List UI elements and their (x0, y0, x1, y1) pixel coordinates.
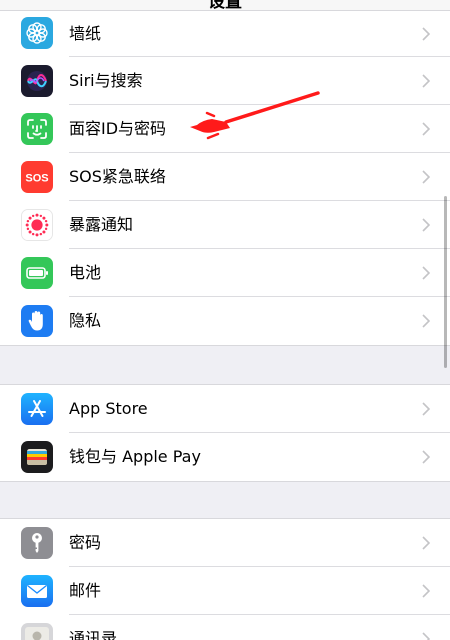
chevron-right-icon (422, 74, 430, 88)
svg-text:SOS: SOS (25, 173, 48, 185)
chevron-right-icon (422, 402, 430, 416)
battery-icon (21, 257, 53, 289)
settings-row-face-id[interactable]: 面容ID与密码 (0, 105, 450, 153)
chevron-right-icon (422, 450, 430, 464)
scroll-indicator[interactable] (444, 196, 447, 368)
contacts-icon (21, 623, 53, 640)
face-id-icon (21, 113, 53, 145)
settings-group-apps: 密码 邮件 通讯录 (0, 518, 450, 640)
chevron-right-icon (422, 536, 430, 550)
settings-row-siri[interactable]: Siri与搜索 (0, 57, 450, 105)
chevron-right-icon (422, 584, 430, 598)
settings-row-privacy[interactable]: 隐私 (0, 297, 450, 345)
settings-row-mail[interactable]: 邮件 (0, 567, 450, 615)
settings-row-label: Siri与搜索 (69, 71, 143, 90)
siri-icon (21, 65, 53, 97)
settings-row-app-store[interactable]: App Store (0, 385, 450, 433)
settings-row-label: 墙纸 (69, 24, 102, 43)
chevron-right-icon (422, 27, 430, 41)
chevron-right-icon (422, 122, 430, 136)
privacy-hand-icon (21, 305, 53, 337)
settings-row-label: 隐私 (69, 311, 102, 330)
settings-group-general: 墙纸 Siri与搜索 面容ID与密码 SOS SOS紧急联络 暴露通知 电池 隐… (0, 10, 450, 346)
chevron-right-icon (422, 218, 430, 232)
wallpaper-icon (21, 17, 53, 49)
settings-row-label: 通讯录 (69, 629, 118, 640)
settings-row-label: 电池 (69, 263, 102, 282)
settings-row-battery[interactable]: 电池 (0, 249, 450, 297)
wallet-icon (21, 441, 53, 473)
chevron-right-icon (422, 170, 430, 184)
settings-row-label: 密码 (69, 533, 102, 552)
settings-row-label: 邮件 (69, 581, 102, 600)
settings-row-label: 面容ID与密码 (69, 119, 167, 138)
app-store-icon (21, 393, 53, 425)
settings-row-contacts[interactable]: 通讯录 (0, 615, 450, 640)
exposure-notification-icon (21, 209, 53, 241)
chevron-right-icon (422, 314, 430, 328)
settings-row-sos[interactable]: SOS SOS紧急联络 (0, 153, 450, 201)
settings-row-wallet[interactable]: 钱包与 Apple Pay (0, 433, 450, 481)
settings-row-label: SOS紧急联络 (69, 167, 166, 186)
chevron-right-icon (422, 632, 430, 640)
settings-row-exposure[interactable]: 暴露通知 (0, 201, 450, 249)
key-icon (21, 527, 53, 559)
settings-screen: 设置 墙纸 Siri与搜索 面容ID与密码 SOS SOS紧急联络 暴露通知 电… (0, 0, 450, 640)
settings-row-label: App Store (69, 399, 148, 418)
chevron-right-icon (422, 266, 430, 280)
settings-row-passwords[interactable]: 密码 (0, 519, 450, 567)
settings-group-store: App Store 钱包与 Apple Pay (0, 384, 450, 482)
sos-icon: SOS (21, 161, 53, 193)
mail-icon (21, 575, 53, 607)
settings-row-label: 暴露通知 (69, 215, 134, 234)
settings-row-wallpaper[interactable]: 墙纸 (0, 11, 450, 57)
settings-row-label: 钱包与 Apple Pay (69, 447, 201, 466)
